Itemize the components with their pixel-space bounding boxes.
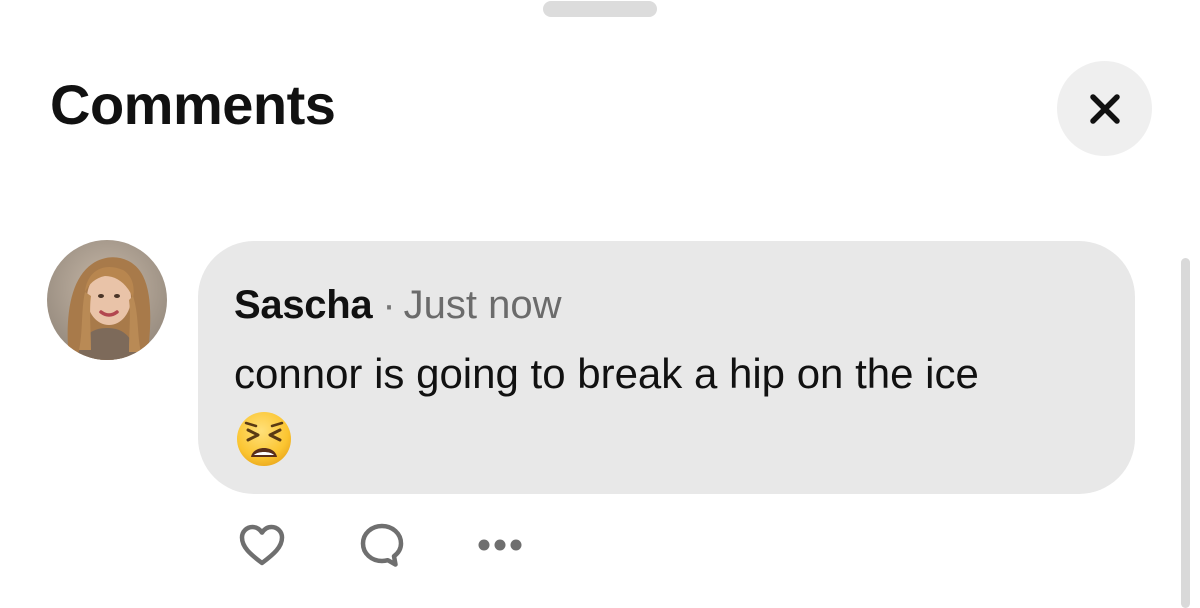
comment-author[interactable]: Sascha <box>234 283 373 327</box>
drag-handle[interactable] <box>543 1 657 17</box>
like-button[interactable] <box>236 520 288 570</box>
close-button[interactable] <box>1057 61 1152 156</box>
reply-button[interactable] <box>356 520 408 570</box>
heart-icon <box>239 524 285 566</box>
close-icon <box>1089 93 1120 124</box>
comment-meta: Sascha · Just now <box>234 281 562 329</box>
avatar-photo <box>47 240 167 360</box>
scrollbar[interactable] <box>1181 258 1190 608</box>
avatar[interactable] <box>47 240 167 360</box>
comment-bubble: Sascha · Just now connor is going to break… <box>198 241 1135 494</box>
tired-face-emoji <box>237 412 291 466</box>
comments-sheet: Comments Sascha · Just now connor is goi… <box>0 0 1200 608</box>
comment-text: connor is going to break a hip on the ic… <box>234 350 979 397</box>
more-options-icon <box>478 539 522 551</box>
reply-bubble-icon <box>360 523 404 567</box>
more-options-button[interactable] <box>474 520 526 570</box>
meta-separator: · <box>382 283 396 327</box>
page-title: Comments <box>50 73 336 136</box>
comment-timestamp: Just now <box>403 283 562 327</box>
